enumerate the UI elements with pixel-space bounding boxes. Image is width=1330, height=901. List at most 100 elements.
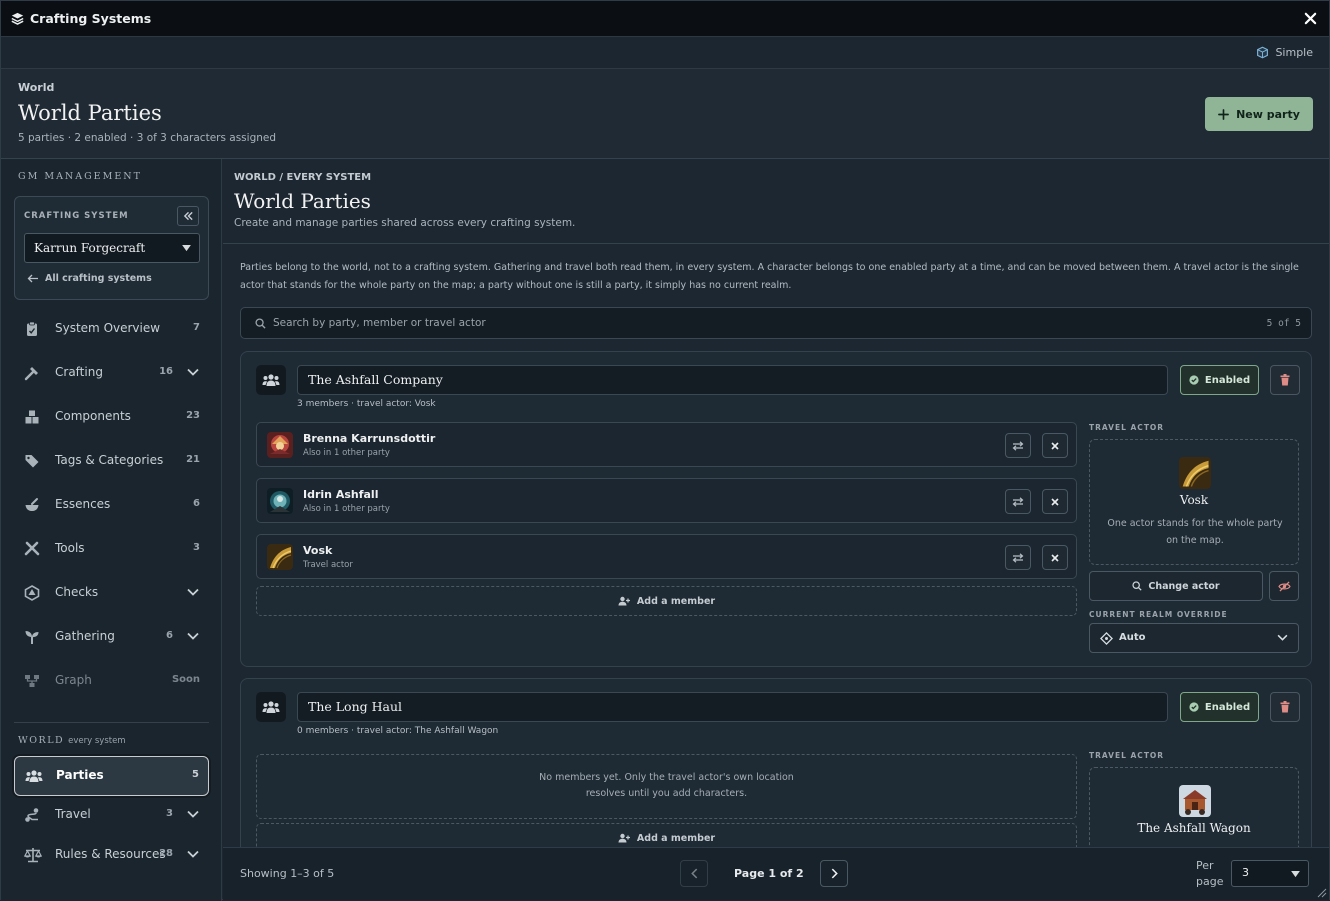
graph-icon <box>24 673 40 689</box>
next-page-button[interactable] <box>820 860 848 887</box>
sidebar-item-count: 28 <box>159 848 173 859</box>
party-enabled-toggle[interactable]: Enabled <box>1180 692 1259 722</box>
users-icon <box>256 692 286 722</box>
sidebar-item-label: Checks <box>55 585 99 599</box>
sidebar-item-tags-categories[interactable]: Tags & Categories 21 <box>14 441 209 481</box>
trash-icon <box>1280 701 1290 713</box>
mortar-icon <box>24 497 40 513</box>
search-result-count: 5 of 5 <box>1266 318 1301 329</box>
travel-actor-card: Vosk One actor stands for the whole part… <box>1089 439 1299 565</box>
swap-icon <box>1012 440 1024 451</box>
crosshair-icon <box>1100 632 1113 645</box>
chevron-down-icon <box>1277 634 1288 641</box>
travel-actor-avatar <box>1179 785 1211 817</box>
hammer-icon <box>24 365 40 381</box>
section-divider <box>223 243 1329 244</box>
sidebar-item-essences[interactable]: Essences 6 <box>14 485 209 525</box>
realm-override-value: Auto <box>1119 632 1146 643</box>
chevron-down-icon[interactable] <box>187 368 199 376</box>
sidebar-item-label: Gathering <box>55 629 115 643</box>
sidebar-item-parties[interactable]: Parties 5 <box>14 756 209 796</box>
previous-page-button[interactable] <box>680 860 708 887</box>
sidebar: GM MANAGEMENT CRAFTING SYSTEM Karrun For… <box>1 159 222 901</box>
delete-party-button[interactable] <box>1270 692 1300 722</box>
move-member-button[interactable] <box>1005 433 1031 458</box>
sidebar-item-system-overview[interactable]: System Overview 7 <box>14 309 209 349</box>
realm-override-select[interactable]: Auto <box>1089 623 1299 653</box>
collapse-sidebar-button[interactable] <box>177 206 199 226</box>
sidebar-item-count: 6 <box>166 630 173 641</box>
sidebar-item-count: 23 <box>186 410 200 421</box>
sidebar-item-rules-resources[interactable]: Rules & Resources 28 <box>14 835 209 875</box>
sidebar-item-count: 16 <box>159 366 173 377</box>
move-member-button[interactable] <box>1005 489 1031 514</box>
chevron-down-icon[interactable] <box>187 810 199 818</box>
party-name-input[interactable]: The Long Haul <box>297 692 1168 722</box>
resize-grip-icon[interactable] <box>1317 888 1327 898</box>
member-avatar <box>267 544 293 570</box>
per-page-select[interactable]: 3 <box>1231 860 1309 887</box>
page-header: World World Parties 5 parties · 2 enable… <box>1 69 1329 159</box>
clear-actor-button[interactable] <box>1269 571 1299 601</box>
layers-icon <box>11 12 24 25</box>
sidebar-item-crafting[interactable]: Crafting 16 <box>14 353 209 393</box>
remove-member-button[interactable] <box>1042 545 1068 570</box>
sidebar-item-label: Crafting <box>55 365 103 379</box>
user-plus-icon <box>618 596 630 606</box>
sidebar-item-label: Tags & Categories <box>55 453 164 467</box>
sidebar-item-travel[interactable]: Travel 3 <box>14 795 209 835</box>
sidebar-item-count: 21 <box>186 454 200 465</box>
sidebar-item-gathering[interactable]: Gathering 6 <box>14 617 209 657</box>
sidebar-item-count: 3 <box>193 542 200 553</box>
add-member-label: Add a member <box>636 832 716 844</box>
crafting-system-select[interactable]: Karrun Forgecraft <box>24 233 200 263</box>
party-meta: 0 members · travel actor: The Ashfall Wa… <box>297 726 499 736</box>
dice-icon <box>24 585 40 601</box>
sidebar-item-count: 5 <box>192 769 199 780</box>
section-description: Create and manage parties shared across … <box>234 217 576 229</box>
sidebar-item-checks[interactable]: Checks <box>14 573 209 613</box>
member-sub: Also in 1 other party <box>303 504 390 514</box>
party-enabled-toggle[interactable]: Enabled <box>1180 365 1259 395</box>
party-card: The Ashfall Company Enabled 3 members · … <box>240 351 1312 667</box>
member-sub: Also in 1 other party <box>303 448 390 458</box>
sidebar-item-graph[interactable]: Graph Soon <box>14 661 209 701</box>
member-row: Idrin Ashfall Also in 1 other party <box>256 478 1077 523</box>
chevron-down-icon[interactable] <box>187 632 199 640</box>
move-member-button[interactable] <box>1005 545 1031 570</box>
app-window: Crafting Systems Simple World World Part… <box>0 0 1330 901</box>
pagination-footer: Showing 1–3 of 5 Page 1 of 2 Per page 3 <box>223 847 1329 900</box>
delete-party-button[interactable] <box>1270 365 1300 395</box>
chevron-down-icon[interactable] <box>187 588 199 596</box>
sidebar-item-tools[interactable]: Tools 3 <box>14 529 209 569</box>
member-name: Idrin Ashfall <box>303 488 379 501</box>
showing-count: Showing 1–3 of 5 <box>240 867 335 880</box>
mode-toggle[interactable]: Simple <box>1256 46 1313 59</box>
chevron-down-icon[interactable] <box>187 850 199 858</box>
add-member-button[interactable]: Add a member <box>256 823 1077 847</box>
add-member-button[interactable]: Add a member <box>256 586 1077 616</box>
window-title: Crafting Systems <box>30 11 152 26</box>
party-meta: 3 members · travel actor: Vosk <box>297 399 436 409</box>
travel-actor-card: The Ashfall Wagon <box>1089 767 1299 847</box>
sidebar-item-components[interactable]: Components 23 <box>14 397 209 437</box>
travel-actor-name: The Ashfall Wagon <box>1137 821 1251 835</box>
title-bar: Crafting Systems <box>1 1 1329 37</box>
change-actor-button[interactable]: Change actor <box>1089 571 1263 601</box>
cube-icon <box>1256 46 1269 59</box>
all-crafting-systems-link[interactable]: All crafting systems <box>27 273 152 284</box>
search-input[interactable]: Search by party, member or travel actor … <box>240 307 1312 339</box>
remove-member-button[interactable] <box>1042 489 1068 514</box>
party-name-input[interactable]: The Ashfall Company <box>297 365 1168 395</box>
sidebar-item-badge: Soon <box>171 674 200 685</box>
travel-actor-label: TRAVEL ACTOR <box>1089 423 1165 432</box>
remove-member-button[interactable] <box>1042 433 1068 458</box>
sidebar-item-label: Essences <box>55 497 111 511</box>
crafting-system-label: CRAFTING SYSTEM <box>24 211 129 221</box>
header-subtitle: 5 parties · 2 enabled · 3 of 3 character… <box>18 132 277 144</box>
new-party-label: New party <box>1236 107 1300 121</box>
user-plus-icon <box>618 833 630 843</box>
new-party-button[interactable]: New party <box>1205 97 1313 131</box>
close-icon[interactable] <box>1304 12 1317 25</box>
sidebar-item-label: Rules & Resources <box>55 847 166 861</box>
